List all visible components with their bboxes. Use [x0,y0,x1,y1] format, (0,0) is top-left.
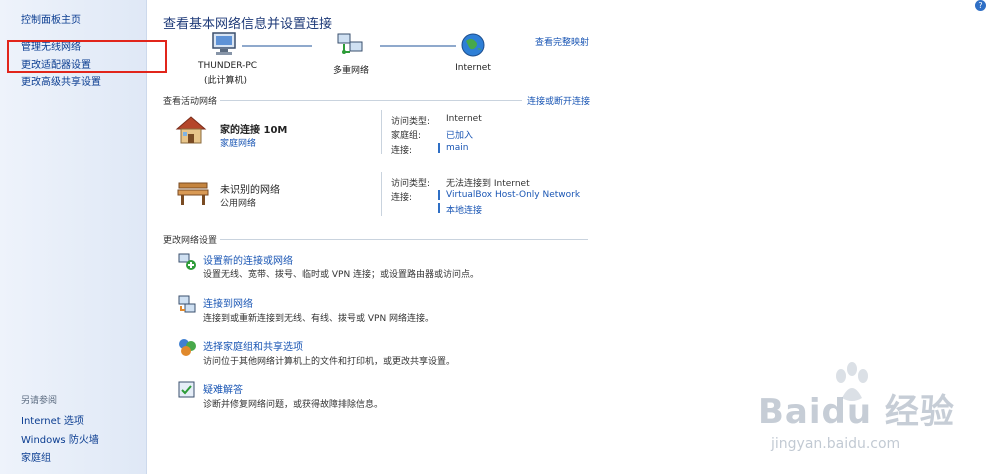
network-1-connection-link[interactable]: main [446,143,469,153]
new-connection-icon [178,253,196,270]
map-internet-label: Internet [455,63,491,73]
troubleshoot-desc: 诊断并修复网络问题，或获得故障排除信息。 [203,400,384,410]
change-advanced-sharing-link[interactable]: 更改高级共享设置 [21,73,101,88]
wired-connection-icon [438,143,440,153]
network-1-homegroup-label: 家庭组: [391,131,422,141]
multiple-networks-icon [337,33,363,54]
map-pc-name: THUNDER-PC [198,61,258,71]
page-title: 查看基本网络信息并设置连接 [163,17,333,32]
homegroup-sharing-link[interactable]: 选择家庭组和共享选项 [203,338,303,353]
network-1-type-link[interactable]: 家庭网络 [220,136,256,149]
setup-new-connection-link[interactable]: 设置新的连接或网络 [203,252,293,267]
highlight-annotation-box [7,40,167,73]
watermark-url: jingyan.baidu.com [771,436,901,452]
vertical-separator [381,172,382,216]
network-1-name: 家的连接 10M [220,125,288,136]
main-content: ? 查看基本网络信息并设置连接 查看完整映射 THUNDER-PC (此计算机)… [146,0,1000,474]
internet-globe-icon [461,33,485,57]
map-connector-line [242,45,312,47]
help-icon[interactable]: ? [975,0,986,11]
connect-to-network-link[interactable]: 连接到网络 [203,295,253,310]
wired-connection-icon [438,190,440,213]
map-network-label: 多重网络 [332,66,369,76]
troubleshoot-icon [178,381,195,398]
map-connector-line [380,45,456,47]
see-also-heading: 另请参阅 [21,396,58,406]
network-1-connection-label: 连接: [391,146,413,156]
homegroup-link[interactable]: 家庭组 [21,449,51,464]
public-network-bench-icon [177,182,209,205]
control-panel-home-link[interactable]: 控制面板主页 [21,11,81,26]
connect-disconnect-link[interactable]: 连接或断开连接 [527,94,590,107]
troubleshoot-link[interactable]: 疑难解答 [203,381,243,396]
section-divider [220,239,588,240]
section-divider [220,100,522,101]
network-2-access-label: 访问类型: [391,179,431,189]
internet-options-link[interactable]: Internet 选项 [21,412,84,427]
homegroup-sharing-icon [179,339,196,356]
network-2-access-value: 无法连接到 Internet [446,179,530,189]
network-2-name: 未识别的网络 [220,185,280,196]
map-pc-subtitle: (此计算机) [203,76,248,86]
network-1-homegroup-link[interactable]: 已加入 [446,128,473,141]
change-settings-heading: 更改网络设置 [163,236,218,246]
vertical-separator [381,110,382,154]
virtualbox-connection-link[interactable]: VirtualBox Host-Only Network [446,190,580,200]
connect-network-icon [178,295,196,313]
network-1-access-label: 访问类型: [391,117,431,127]
network-2-type: 公用网络 [220,199,257,209]
connect-to-network-desc: 连接到或重新连接到无线、有线、拨号或 VPN 网络连接。 [203,314,435,324]
active-networks-heading: 查看活动网络 [163,97,218,107]
computer-icon [212,32,236,55]
network-1-access-value: Internet [446,114,482,124]
local-connection-link[interactable]: 本地连接 [446,203,482,216]
view-full-map-link[interactable]: 查看完整映射 [535,35,589,48]
watermark-brand: Baidu 经验 [758,392,955,432]
homegroup-sharing-desc: 访问位于其他网络计算机上的文件和打印机，或更改共享设置。 [203,357,456,367]
setup-new-connection-desc: 设置无线、宽带、拨号、临时或 VPN 连接；或设置路由器或访问点。 [203,270,480,280]
home-network-icon [175,116,207,144]
network-2-connection-label: 连接: [391,193,413,203]
windows-firewall-link[interactable]: Windows 防火墙 [21,431,99,446]
